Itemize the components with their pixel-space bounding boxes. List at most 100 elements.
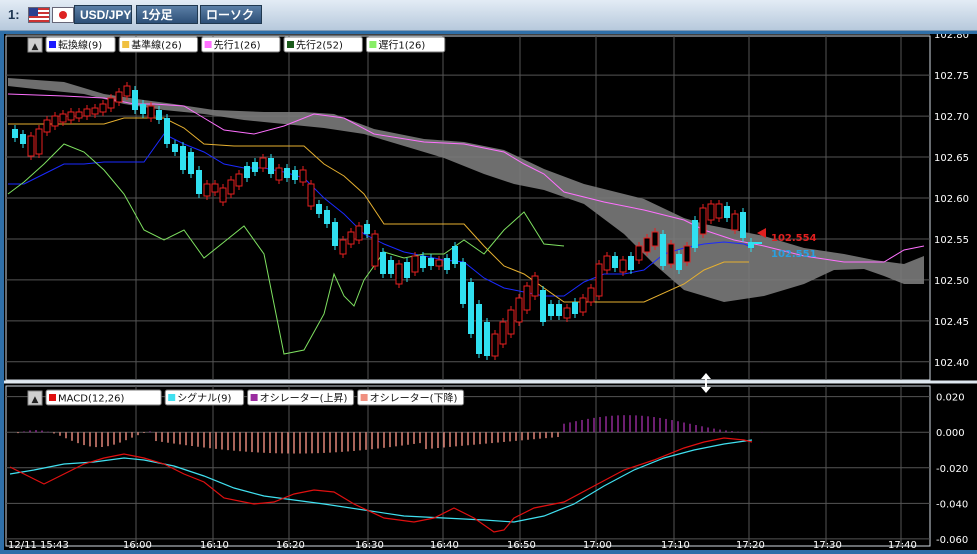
- candle-up: [75, 111, 83, 119]
- timeframe-button[interactable]: 1分足: [136, 5, 198, 24]
- candle-up: [507, 309, 515, 335]
- candle-down: [740, 212, 746, 238]
- candle-up: [51, 115, 59, 127]
- candle-up: [635, 245, 643, 261]
- legend-label: オシレーター(下降): [370, 392, 458, 405]
- collapse-arrow-icon: ▲: [32, 42, 39, 52]
- price-tick-label: 102.80: [934, 34, 969, 41]
- legend-label: シグナル(9): [177, 392, 231, 405]
- candle-down: [268, 158, 274, 174]
- candle-up: [307, 183, 315, 207]
- candle-up: [683, 245, 691, 263]
- time-tick-label: 17:40: [888, 540, 917, 550]
- legend-label: 転換線(9): [58, 39, 102, 52]
- candle-down: [180, 146, 186, 170]
- candle-up: [347, 231, 355, 245]
- candle-up: [235, 173, 243, 187]
- candle-down: [676, 254, 682, 270]
- candle-up: [435, 259, 443, 267]
- macd-tick-label: -0.020: [936, 464, 968, 475]
- candle-up: [515, 297, 523, 323]
- candle-down: [556, 304, 562, 316]
- candle-down: [540, 290, 546, 322]
- legend-swatch: [49, 41, 56, 48]
- candle-up: [275, 167, 283, 181]
- candle-up: [715, 203, 723, 219]
- candle-up: [83, 108, 91, 117]
- chart-canvas[interactable]: 12/11 15:43 16:00 16:10 16:20 16:30 16:40 16:5…: [4, 30, 977, 551]
- candle-up: [707, 203, 715, 221]
- candle-down: [380, 252, 386, 274]
- legend-swatch: [369, 41, 377, 48]
- candle-up: [411, 255, 419, 273]
- candle-down: [572, 302, 578, 314]
- candle-up: [67, 111, 75, 121]
- legend-swatch: [360, 394, 368, 401]
- candle-up: [203, 183, 211, 197]
- candle-up: [91, 107, 99, 115]
- candle-down: [156, 110, 162, 120]
- candle-down: [292, 170, 298, 180]
- candle-down: [444, 258, 450, 270]
- candle-down: [140, 104, 146, 114]
- candle-down: [244, 166, 250, 178]
- candle-up: [339, 239, 347, 255]
- candle-down: [252, 162, 258, 172]
- candle-up: [731, 213, 739, 231]
- candle-down: [612, 256, 618, 268]
- candle-up: [99, 103, 107, 113]
- us-flag-icon: [28, 7, 50, 23]
- candle-down: [284, 168, 290, 178]
- price-tick-label: 102.70: [934, 112, 969, 123]
- candle-down: [468, 282, 474, 334]
- candle-up: [227, 179, 235, 195]
- candle-up: [219, 187, 227, 203]
- candle-up: [603, 255, 611, 271]
- main-legend: ▲ 転換線(9) 基準線(26) 先行1(26) 先行2(52) 遅行1(26): [27, 36, 446, 53]
- time-tick-label: 12/11 15:43: [8, 540, 69, 550]
- candle-up: [643, 237, 651, 253]
- candle-up: [59, 113, 67, 123]
- currency-pair-button[interactable]: USD/JPY: [74, 5, 132, 24]
- candle-down: [476, 304, 482, 354]
- price-tick-label: 102.45: [934, 317, 969, 328]
- candle-down: [20, 134, 26, 144]
- macd-tick-label: 0.020: [936, 393, 965, 404]
- macd-tick-label: -0.060: [936, 535, 968, 546]
- macd-tick-label: -0.040: [936, 499, 968, 510]
- candle-down: [324, 210, 330, 224]
- legend-swatch: [204, 41, 212, 48]
- legend-label: MACD(12,26): [58, 394, 125, 405]
- candle-up: [531, 275, 539, 297]
- candle-down: [548, 304, 554, 316]
- legend-swatch: [287, 41, 294, 48]
- chart-type-button[interactable]: ローソク: [200, 5, 262, 24]
- chart-area[interactable]: 12/11 15:43 16:00 16:10 16:20 16:30 16:40 16:5…: [4, 30, 977, 551]
- collapse-arrow-icon: ▲: [32, 395, 39, 405]
- candle-down: [12, 129, 18, 138]
- candle-up: [587, 287, 595, 303]
- candle-up: [211, 183, 219, 193]
- candle-up: [563, 307, 571, 319]
- legend-label: 基準線(26): [131, 39, 182, 52]
- time-tick-label: 16:00: [123, 540, 152, 550]
- candle-up: [395, 263, 403, 285]
- bid-price-label: 102.554: [771, 233, 817, 244]
- candle-up: [651, 231, 659, 247]
- time-tick-label: 16:40: [430, 540, 459, 550]
- candle-up: [595, 263, 603, 297]
- candle-down: [452, 246, 458, 264]
- legend-label: 先行2(52): [296, 39, 343, 52]
- candle-up: [371, 233, 379, 267]
- time-tick-label: 16:20: [276, 540, 305, 550]
- legend-swatch: [122, 41, 130, 48]
- candle-up: [499, 321, 507, 345]
- candle-up: [579, 297, 587, 313]
- legend-swatch: [168, 394, 176, 401]
- candle-down: [692, 220, 698, 248]
- candle-up: [523, 285, 531, 311]
- candle-up: [667, 243, 675, 265]
- legend-label: オシレーター(上昇): [260, 393, 348, 405]
- price-tick-label: 102.40: [934, 358, 969, 369]
- candle-up: [43, 119, 51, 133]
